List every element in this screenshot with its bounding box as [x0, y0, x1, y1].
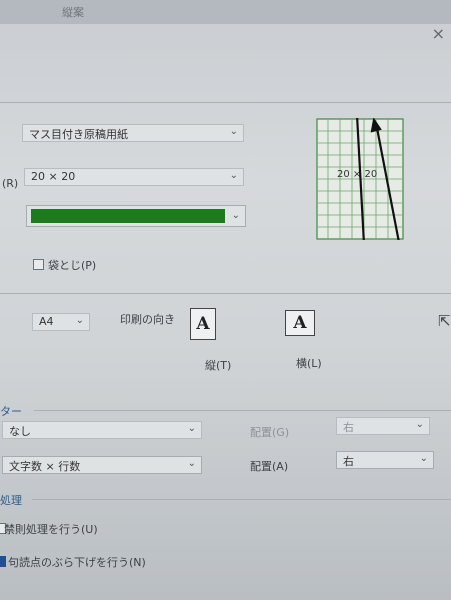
portrait-label: 縦(T): [205, 359, 232, 372]
processing-section-title: 処理: [0, 494, 22, 507]
chevron-down-icon: ⌄: [231, 210, 240, 221]
binding-checkbox[interactable]: [33, 259, 44, 270]
landscape-button[interactable]: A: [285, 310, 315, 336]
footer-content-value: なし: [9, 425, 31, 438]
footer-section-title: ター: [0, 405, 22, 418]
landscape-label: 横(L): [296, 357, 322, 370]
close-icon[interactable]: ×: [432, 24, 445, 43]
burasage-label: 句読点のぶら下げを行う(N): [8, 556, 146, 569]
align-g-label: 配置(G): [250, 426, 290, 439]
chevron-down-icon: ⌄: [75, 315, 84, 326]
mouse-cursor-icon: ⇱: [438, 312, 451, 330]
paper-style-select[interactable]: マス目付き原稿用紙 ⌄: [22, 124, 244, 142]
align-g-select[interactable]: 右 ⌄: [336, 417, 430, 435]
grid-size-select[interactable]: 20 × 20 ⌄: [24, 168, 244, 186]
chevron-down-icon: ⌄: [187, 423, 196, 434]
chevron-down-icon: ⌄: [187, 458, 196, 469]
portrait-button[interactable]: A: [190, 308, 216, 340]
section-divider: [32, 499, 451, 500]
page-setup-dialog: 縦案 × マス目付き原稿用紙 ⌄ (R) 20 × 20 ⌄ ⌄ 袋とじ(P) …: [0, 0, 451, 600]
portrait-icon: A: [196, 314, 210, 334]
section-divider: [0, 293, 451, 294]
grid-size-label: (R): [2, 177, 19, 190]
grid-color-select[interactable]: ⌄: [26, 205, 246, 227]
align-a-label: 配置(A): [250, 460, 289, 473]
binding-label: 袋とじ(P): [48, 259, 97, 272]
orientation-label: 印刷の向き: [120, 313, 175, 326]
grid-color-swatch: [31, 209, 225, 223]
chevron-down-icon: ⌄: [415, 419, 424, 430]
section-divider: [0, 102, 451, 103]
align-a-value: 右: [343, 455, 354, 468]
align-g-value: 右: [343, 421, 354, 434]
title-bar: 縦案: [0, 0, 451, 24]
chevron-down-icon: ⌄: [419, 453, 428, 464]
paper-size-select[interactable]: A4 ⌄: [32, 313, 90, 331]
footer-format-value: 文字数 × 行数: [9, 460, 81, 473]
footer-format-select[interactable]: 文字数 × 行数 ⌄: [2, 456, 202, 474]
paper-style-value: マス目付き原稿用紙: [29, 128, 128, 141]
landscape-icon: A: [293, 313, 307, 333]
section-divider: [34, 410, 451, 411]
footer-content-select[interactable]: なし ⌄: [2, 421, 202, 439]
grid-size-value: 20 × 20: [31, 170, 76, 183]
chevron-down-icon: ⌄: [229, 126, 238, 137]
burasage-checkbox[interactable]: [0, 556, 6, 567]
kinsoku-label: 禁則処理を行う(U): [4, 523, 98, 536]
paper-size-value: A4: [39, 315, 54, 328]
align-a-select[interactable]: 右 ⌄: [336, 451, 434, 469]
preview-size-label: 20 × 20: [337, 169, 377, 180]
title-text: 縦案: [62, 6, 84, 19]
paper-preview: 20 × 20: [316, 118, 404, 240]
chevron-down-icon: ⌄: [229, 170, 238, 181]
